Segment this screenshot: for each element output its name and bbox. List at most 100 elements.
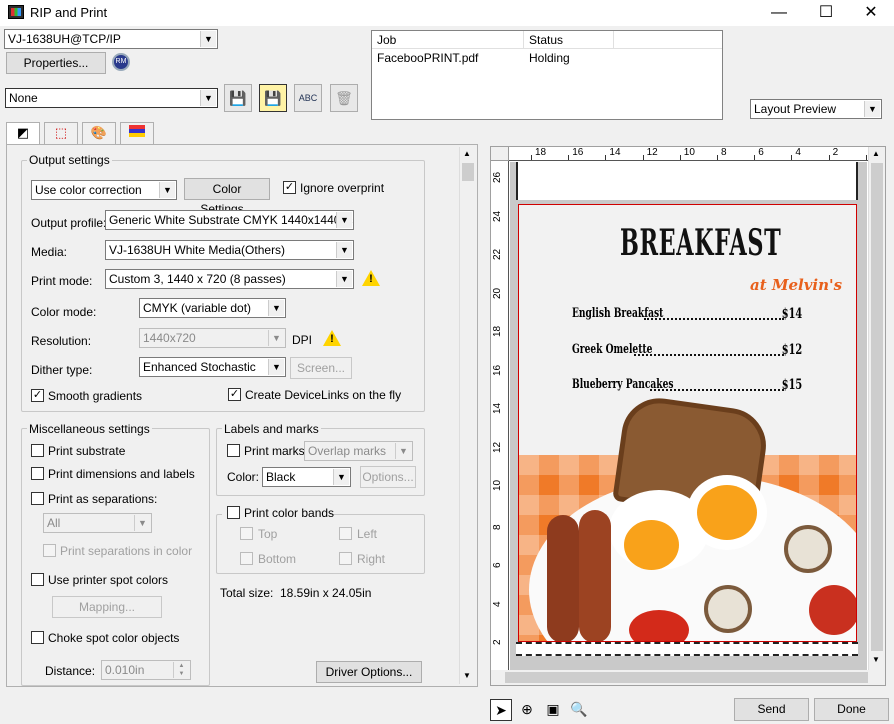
marks-options-button[interactable]: Options... — [360, 466, 416, 488]
menu-item: Blueberry Pancakes $15 — [572, 377, 802, 397]
tab-marks[interactable]: ⬚ — [44, 122, 78, 144]
ignore-overprint-checkbox[interactable]: ✓ — [283, 181, 296, 194]
menu-page — [518, 204, 857, 642]
ruler-tick — [717, 155, 718, 160]
maximize-button[interactable]: ☐ — [803, 0, 849, 26]
print-substrate-checkbox[interactable] — [31, 444, 44, 457]
dither-type-select[interactable]: Enhanced Stochastic ▼ — [139, 357, 286, 377]
media-value: VJ-1638UH White Media(Others) — [109, 243, 286, 257]
printer-select[interactable]: VJ-1638UH@TCP/IP ▼ — [4, 29, 218, 49]
choke-spot-checkbox[interactable] — [31, 631, 44, 644]
print-dimensions-label: Print dimensions and labels — [48, 467, 195, 481]
print-separations-in-color-checkbox[interactable] — [43, 544, 56, 557]
job-list[interactable]: Job Status FaceboοPRINT.pdf Holding — [371, 30, 723, 120]
table-row[interactable]: FaceboοPRINT.pdf Holding — [372, 50, 722, 68]
layout-icon: ◩ — [16, 125, 30, 140]
band-bottom-checkbox[interactable] — [240, 552, 253, 565]
ruler-tick-label: 2 — [832, 147, 839, 158]
done-button[interactable]: Done — [814, 698, 889, 721]
distance-value: 0.010in — [105, 663, 145, 677]
properties-button[interactable]: Properties... — [6, 52, 106, 74]
smooth-gradients-checkbox[interactable]: ✓ — [31, 389, 44, 402]
minimize-button[interactable]: — — [756, 0, 802, 26]
zoom-fit-icon[interactable]: 🔍 — [568, 699, 590, 721]
resolution-select[interactable]: 1440x720 ▼ — [139, 328, 286, 348]
tab-separations[interactable] — [120, 122, 154, 144]
print-marks-checkbox[interactable] — [227, 444, 240, 457]
pointer-tool-icon[interactable]: ➤ — [490, 699, 512, 721]
color-correction-value: Use color correction — [35, 183, 142, 197]
preset-select[interactable]: None ▼ — [5, 88, 218, 108]
close-button[interactable]: ✕ — [848, 0, 894, 26]
preview-scrollbar[interactable]: ▲ ▼ — [868, 147, 885, 670]
ruler-tick-label: 18 — [535, 147, 547, 158]
warning-icon[interactable]: ! — [323, 330, 341, 346]
band-top-checkbox[interactable] — [240, 527, 253, 540]
settings-scrollbar[interactable]: ▲ ▼ — [459, 147, 476, 684]
driver-options-button[interactable]: Driver Options... — [316, 661, 422, 683]
separations-select[interactable]: All ▼ — [43, 513, 152, 533]
zoom-in-icon[interactable]: ⊕ — [516, 699, 538, 721]
color-correction-select[interactable]: Use color correction ▼ — [31, 180, 177, 200]
ruler-tick-label: 12 — [492, 441, 503, 453]
media-select[interactable]: VJ-1638UH White Media(Others) ▼ — [105, 240, 354, 260]
printer-select-value: VJ-1638UH@TCP/IP — [8, 32, 121, 46]
color-mode-select[interactable]: CMYK (variable dot) ▼ — [139, 298, 286, 318]
printer-info-icon[interactable]: RM — [112, 53, 130, 71]
scroll-up-icon[interactable]: ▲ — [872, 149, 880, 158]
send-button[interactable]: Send — [734, 698, 809, 721]
save-preset-icon[interactable]: 💾 — [224, 84, 252, 112]
menu-item-price: $12 — [781, 342, 802, 358]
scroll-down-icon[interactable]: ▼ — [872, 655, 880, 664]
band-left-checkbox[interactable] — [339, 527, 352, 540]
chevron-down-icon: ▼ — [333, 469, 349, 485]
print-separations-in-color-label: Print separations in color — [60, 544, 193, 558]
use-spot-colors-checkbox[interactable] — [31, 573, 44, 586]
marks-color-value: Black — [266, 470, 296, 484]
marks-color-select[interactable]: Black ▼ — [262, 467, 351, 487]
band-right-checkbox[interactable] — [339, 552, 352, 565]
print-color-bands-checkbox[interactable] — [227, 506, 240, 519]
devicelinks-checkbox[interactable]: ✓ — [228, 388, 241, 401]
total-size-value: 18.59in x 24.05in — [280, 586, 372, 600]
dither-type-label: Dither type: — [31, 363, 93, 377]
print-separations-checkbox[interactable] — [31, 492, 44, 505]
menu-item-price: $15 — [781, 377, 802, 393]
rename-preset-icon[interactable]: ABC — [294, 84, 322, 112]
tab-color[interactable]: 🎨 — [82, 122, 116, 144]
chevron-down-icon: ▼ — [268, 300, 284, 316]
screen-button[interactable]: Screen... — [290, 357, 352, 379]
crop-marks-icon: ⬚ — [54, 125, 68, 140]
chevron-down-icon: ▼ — [336, 242, 352, 258]
delete-preset-icon[interactable]: 🗑 — [330, 84, 358, 112]
output-profile-select[interactable]: Generic White Substrate CMYK 1440x1440.i… — [105, 210, 354, 230]
tab-layout[interactable]: ◩ — [6, 122, 40, 145]
scroll-thumb[interactable] — [462, 163, 474, 181]
marks-select[interactable]: Overlap marks ▼ — [304, 441, 413, 461]
column-header-job[interactable]: Job — [372, 31, 524, 49]
labels-marks-label: Labels and marks — [222, 422, 321, 436]
warning-icon[interactable]: ! — [362, 270, 380, 286]
save-as-preset-icon[interactable]: 💾 — [259, 84, 287, 112]
scroll-thumb[interactable] — [871, 163, 883, 651]
hscroll-thumb[interactable] — [505, 672, 868, 683]
print-mode-select[interactable]: Custom 3, 1440 x 720 (8 passes) ▼ — [105, 269, 354, 289]
preview-hscrollbar[interactable] — [491, 670, 885, 685]
ruler-tick-label: 10 — [492, 479, 503, 491]
ruler-tick-label: 24 — [492, 210, 503, 222]
color-settings-button[interactable]: Color Settings... — [184, 178, 270, 216]
column-header-status[interactable]: Status — [524, 31, 614, 49]
mapping-button[interactable]: Mapping... — [52, 596, 162, 618]
band-left-label: Left — [357, 527, 378, 541]
print-dimensions-checkbox[interactable] — [31, 467, 44, 480]
fit-page-icon[interactable]: ▣ — [542, 699, 564, 721]
scroll-up-icon[interactable]: ▲ — [463, 149, 471, 158]
preview-mode-select[interactable]: Layout Preview ▼ — [750, 99, 882, 119]
scroll-down-icon[interactable]: ▼ — [463, 671, 471, 680]
separations-value: All — [47, 516, 61, 530]
band-right-label: Right — [357, 552, 386, 566]
ruler-tick-label: 10 — [683, 147, 695, 158]
dpi-label: DPI — [292, 333, 313, 347]
ruler-tick-label: 6 — [492, 562, 503, 568]
distance-input[interactable]: 0.010in ▲ ▼ — [101, 660, 191, 680]
